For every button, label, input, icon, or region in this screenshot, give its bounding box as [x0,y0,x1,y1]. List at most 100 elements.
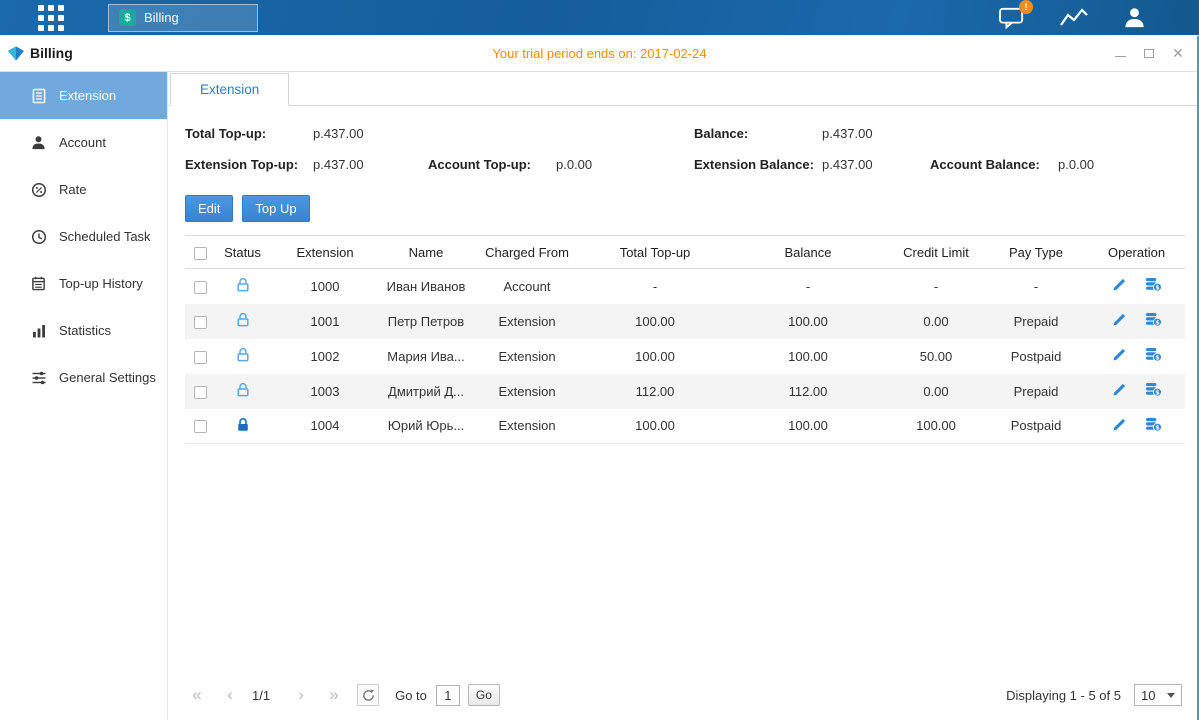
dropdown-caret-icon [1167,693,1175,698]
lock-open-icon [236,277,250,292]
table-row: 1003 Дмитрий Д... Extension 112.00 112.0… [185,374,1185,409]
sidebar-item-statistics[interactable]: Statistics [0,307,167,354]
select-all-checkbox[interactable] [194,247,207,260]
topup-money-icon[interactable]: $ [1145,277,1162,292]
operation-cell: $ [1112,312,1162,327]
name-cell: Юрий Юрь... [380,409,472,444]
status-lock-icon[interactable] [236,277,250,292]
app-title: Billing [8,45,73,61]
first-page-icon[interactable]: « [185,685,209,705]
sidebar-item-scheduled-task[interactable]: Scheduled Task [0,213,167,260]
refresh-icon[interactable] [357,684,379,706]
extension-table: Status Extension Name Charged From Total… [185,235,1185,444]
status-lock-icon[interactable] [236,382,250,397]
operation-cell: $ [1112,382,1162,397]
status-lock-icon[interactable] [236,417,250,432]
credit-limit-cell: 100.00 [888,409,984,444]
sidebar-item-label: General Settings [59,370,156,385]
row-checkbox[interactable] [194,420,207,433]
maximize-icon[interactable] [1142,46,1156,60]
apps-grid-icon[interactable] [38,5,64,31]
chat-icon[interactable]: ! [998,6,1026,30]
action-buttons: Edit Top Up [168,188,1199,222]
line-chart-glyph [1059,6,1089,30]
row-checkbox[interactable] [194,351,207,364]
page-info: 1/1 [252,688,270,703]
billing-logo-icon [8,46,24,61]
charged-from-cell: Extension [472,409,582,444]
scheduled-task-icon [30,228,47,245]
status-lock-icon[interactable] [236,312,250,327]
close-icon[interactable]: ✕ [1171,46,1185,60]
minimize-icon[interactable] [1113,46,1127,60]
prev-page-icon[interactable]: ‹ [218,685,242,705]
window-controls: ✕ [1113,46,1185,60]
chart-icon[interactable] [1059,6,1089,30]
total-topup-field: Total Top-up:p.437.00 [185,126,364,141]
go-button[interactable]: Go [468,684,500,706]
row-checkbox[interactable] [194,316,207,329]
topup-money-icon[interactable]: $ [1145,417,1162,432]
sidebar-item-extension[interactable]: Extension [0,72,167,119]
edit-button[interactable]: Edit [185,195,233,222]
credit-limit-cell: - [888,269,984,304]
balance-field: Balance:p.437.00 [694,126,873,141]
topup-money-icon[interactable]: $ [1145,347,1162,362]
sidebar-item-rate[interactable]: Rate [0,166,167,213]
charged-from-cell: Account [472,269,582,304]
name-cell: Петр Петров [380,304,472,339]
extension-icon [30,87,47,104]
pay-type-cell: Postpaid [984,409,1088,444]
operation-cell: $ [1112,277,1162,292]
balance-cell: 112.00 [728,374,888,409]
system-top-bar: $ Billing ! [0,0,1199,35]
svg-text:$: $ [1155,319,1159,326]
balance-cell: - [728,269,888,304]
next-page-icon[interactable]: › [289,685,313,705]
extension-cell: 1001 [270,304,380,339]
table-row: 1001 Петр Петров Extension 100.00 100.00… [185,304,1185,339]
edit-pencil-icon[interactable] [1112,417,1127,432]
lock-open-icon [236,347,250,362]
balance-cell: 100.00 [728,409,888,444]
charged-from-cell: Extension [472,304,582,339]
lock-closed-icon [236,417,250,432]
sidebar-item-account[interactable]: Account [0,119,167,166]
row-checkbox[interactable] [194,281,207,294]
table-row: 1000 Иван Иванов Account - - - - [185,269,1185,304]
operation-cell: $ [1112,347,1162,362]
topbar-tab-label: Billing [144,10,179,25]
general-settings-icon [30,369,47,386]
row-checkbox[interactable] [194,386,207,399]
name-cell: Мария Ива... [380,339,472,374]
edit-pencil-icon[interactable] [1112,347,1127,362]
name-cell: Дмитрий Д... [380,374,472,409]
tab-extension[interactable]: Extension [170,73,289,106]
status-lock-icon[interactable] [236,347,250,362]
last-page-icon[interactable]: » [322,685,346,705]
header-name: Name [380,236,472,269]
edit-pencil-icon[interactable] [1112,277,1127,292]
topup-money-icon[interactable]: $ [1145,312,1162,327]
page-size-dropdown[interactable]: 10 [1134,684,1182,706]
header-balance: Balance [728,236,888,269]
summary-panel: Total Top-up:p.437.00 Balance:p.437.00 E… [168,106,1199,188]
total-topup-cell: 100.00 [582,339,728,374]
sidebar-item-general-settings[interactable]: General Settings [0,354,167,401]
total-topup-cell: - [582,269,728,304]
topup-money-icon[interactable]: $ [1145,382,1162,397]
total-topup-cell: 112.00 [582,374,728,409]
top-up-button[interactable]: Top Up [242,195,309,222]
sidebar-item-topup-history[interactable]: Top-up History [0,260,167,307]
goto-page-input[interactable] [436,685,460,706]
svg-text:$: $ [1155,424,1159,431]
goto-label: Go to [395,688,427,703]
topbar-billing-tab[interactable]: $ Billing [108,4,258,32]
extension-table-wrap: Status Extension Name Charged From Total… [168,222,1199,444]
edit-pencil-icon[interactable] [1112,312,1127,327]
edit-pencil-icon[interactable] [1112,382,1127,397]
header-extension: Extension [270,236,380,269]
topbar-right-icons: ! [998,6,1147,30]
user-icon[interactable] [1122,6,1147,29]
main-area: Extension Account Rate Scheduled Task [0,72,1199,720]
